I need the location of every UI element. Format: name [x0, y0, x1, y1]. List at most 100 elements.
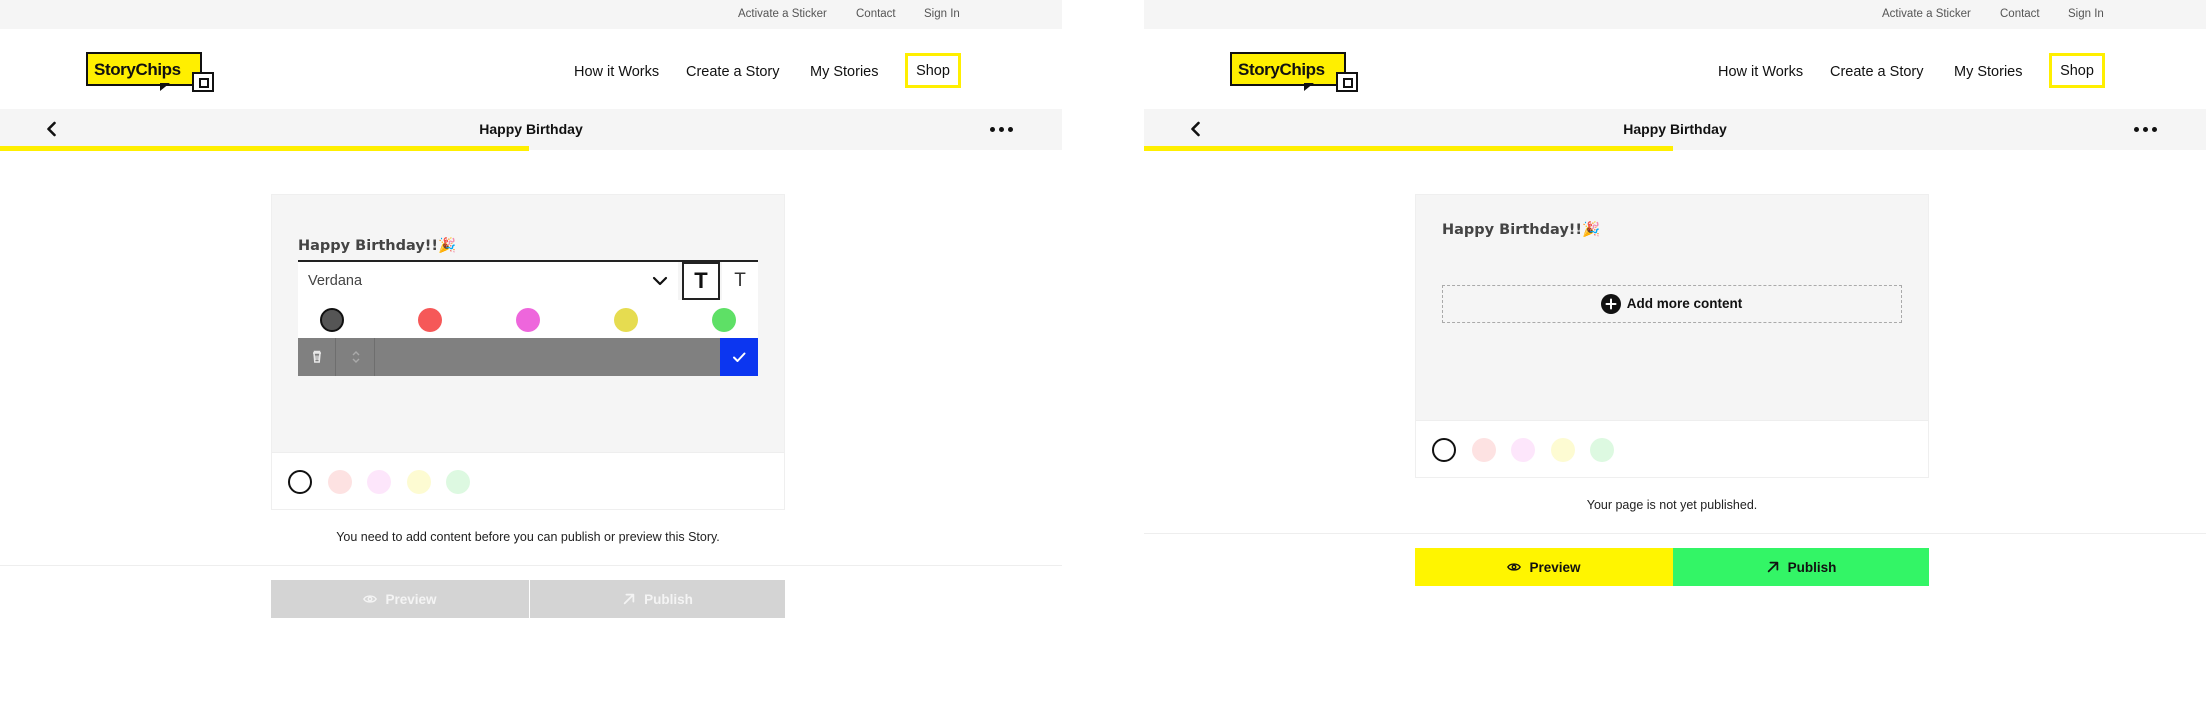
text-color-swatch-pink[interactable] — [516, 308, 540, 332]
logo-speech-bubble: StoryChips — [86, 52, 202, 86]
logo-chip-icon — [192, 72, 214, 92]
logo-bubble-tail — [1304, 83, 1314, 91]
logo-text: StoryChips — [94, 60, 181, 79]
bg-swatch-lilac[interactable] — [1511, 438, 1535, 462]
activate-sticker-link[interactable]: Activate a Sticker — [1882, 0, 1971, 29]
publish-label: Publish — [1787, 559, 1837, 575]
story-title: Happy Birthday — [479, 121, 583, 137]
chevron-down-icon — [652, 276, 668, 286]
nav-shop-button[interactable]: Shop — [2049, 53, 2105, 88]
bg-swatch-pink[interactable] — [328, 470, 352, 494]
bg-swatch-mint[interactable] — [1590, 438, 1614, 462]
publish-status-message: Your page is not yet published. — [1586, 498, 1758, 512]
text-block-editing[interactable]: Happy Birthday!!🎉 — [298, 237, 456, 254]
plus-circle-icon — [1600, 293, 1621, 314]
bg-swatch-pink[interactable] — [1472, 438, 1496, 462]
utility-bar: Activate a Sticker Contact Sign In — [0, 0, 1062, 29]
nav-my-stories[interactable]: My Stories — [1954, 54, 2023, 90]
more-horizontal-icon-dot — [1008, 127, 1013, 132]
story-editor-panel-saved: Activate a Sticker Contact Sign In Story… — [1144, 0, 2206, 704]
sign-in-link[interactable]: Sign In — [924, 0, 960, 29]
logo-bubble-tail — [160, 83, 170, 91]
arrow-up-right-icon — [1767, 561, 1778, 573]
preview-label: Preview — [1529, 559, 1581, 575]
bg-swatch-white-selected[interactable] — [288, 470, 312, 494]
text-color-swatch-red[interactable] — [418, 308, 442, 332]
section-divider — [0, 565, 1062, 566]
page-card: Happy Birthday!!🎉 Verdana T T — [271, 194, 785, 510]
text-color-picker — [298, 300, 758, 338]
bg-swatch-lilac[interactable] — [367, 470, 391, 494]
publish-button[interactable]: Publish — [1673, 548, 1929, 586]
publish-label: Publish — [644, 591, 693, 607]
storychips-logo[interactable]: StoryChips — [86, 52, 216, 94]
storychips-logo[interactable]: StoryChips — [1230, 52, 1360, 94]
bold-text-style-button[interactable]: T — [682, 262, 720, 300]
nav-create-a-story[interactable]: Create a Story — [1830, 54, 1924, 90]
page-card: Happy Birthday!!🎉 Add more content — [1415, 194, 1929, 478]
logo-text: StoryChips — [1238, 60, 1325, 79]
activate-sticker-link[interactable]: Activate a Sticker — [738, 0, 827, 29]
more-horizontal-icon-dot — [2152, 127, 2157, 132]
logo-speech-bubble: StoryChips — [1230, 52, 1346, 86]
bg-swatch-yellow[interactable] — [1551, 438, 1575, 462]
font-select-value: Verdana — [308, 273, 363, 289]
contact-link[interactable]: Contact — [856, 0, 896, 29]
publish-button-disabled[interactable]: Publish — [530, 580, 785, 618]
publish-status-message: You need to add content before you can p… — [336, 530, 720, 544]
nav-shop-button[interactable]: Shop — [905, 53, 961, 88]
text-color-swatch-dark-selected[interactable] — [320, 308, 344, 332]
preview-label: Preview — [385, 591, 437, 607]
sign-in-link[interactable]: Sign In — [2068, 0, 2104, 29]
site-header: StoryChips How it Works Create a Story M… — [0, 29, 1062, 109]
chevron-left-icon — [47, 121, 56, 137]
story-toolbar: Happy Birthday — [0, 109, 1062, 150]
more-horizontal-icon-dot — [2143, 127, 2148, 132]
delete-block-button[interactable] — [298, 338, 336, 376]
nav-create-a-story[interactable]: Create a Story — [686, 54, 780, 90]
story-progress-bar — [1144, 146, 1673, 151]
preview-button-disabled[interactable]: Preview — [271, 580, 529, 618]
story-title: Happy Birthday — [1623, 121, 1727, 137]
move-block-handle[interactable] — [337, 338, 375, 376]
eye-icon — [1507, 563, 1522, 571]
nav-how-it-works[interactable]: How it Works — [574, 54, 659, 90]
section-divider — [1144, 533, 2206, 534]
bg-swatch-mint[interactable] — [446, 470, 470, 494]
eye-icon — [363, 595, 378, 603]
contact-link[interactable]: Contact — [2000, 0, 2040, 29]
back-button[interactable] — [42, 119, 62, 139]
logo-chip-icon — [1336, 72, 1358, 92]
add-more-content-inner: Add more content — [1443, 286, 1900, 321]
add-more-content-label: Add more content — [1626, 296, 1743, 311]
story-editor-panel-editing: Activate a Sticker Contact Sign In Story… — [0, 0, 1062, 704]
more-horizontal-icon — [990, 127, 995, 132]
story-toolbar: Happy Birthday — [1144, 109, 2206, 150]
story-progress-bar — [0, 146, 529, 151]
text-block[interactable]: Happy Birthday!!🎉 — [1442, 221, 1600, 238]
text-color-swatch-green[interactable] — [712, 308, 736, 332]
bg-swatch-yellow[interactable] — [407, 470, 431, 494]
font-family-select[interactable]: Verdana — [298, 262, 678, 300]
back-button[interactable] — [1186, 119, 1206, 139]
more-options-button[interactable] — [990, 121, 1014, 137]
trash-icon — [313, 350, 321, 363]
background-color-picker — [1416, 420, 1928, 477]
regular-text-style-button[interactable]: T — [722, 262, 758, 300]
nav-my-stories[interactable]: My Stories — [810, 54, 879, 90]
block-edit-toolbar — [298, 338, 758, 376]
utility-bar: Activate a Sticker Contact Sign In — [1144, 0, 2206, 29]
bg-swatch-white-selected[interactable] — [1432, 438, 1456, 462]
check-icon — [733, 352, 746, 362]
background-color-picker — [272, 452, 784, 509]
confirm-edit-button[interactable] — [720, 338, 758, 376]
more-horizontal-icon — [2134, 127, 2139, 132]
add-more-content-button[interactable]: Add more content — [1442, 285, 1902, 323]
preview-button[interactable]: Preview — [1415, 548, 1673, 586]
site-header: StoryChips How it Works Create a Story M… — [1144, 29, 2206, 109]
drag-handle-icon — [352, 351, 360, 363]
text-color-swatch-yellow[interactable] — [614, 308, 638, 332]
nav-how-it-works[interactable]: How it Works — [1718, 54, 1803, 90]
more-options-button[interactable] — [2134, 121, 2158, 137]
arrow-up-right-icon — [623, 593, 635, 605]
